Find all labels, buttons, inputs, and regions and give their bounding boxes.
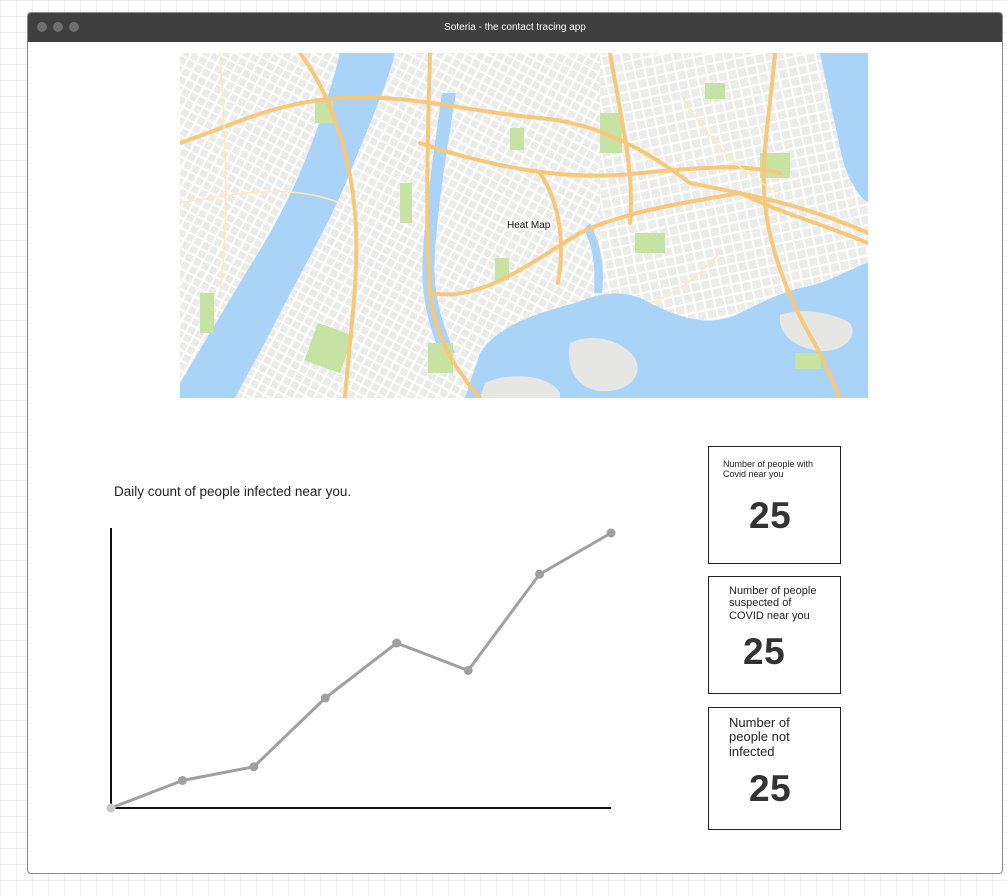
data-point bbox=[249, 762, 259, 772]
covid-near-you-count: 25 bbox=[749, 495, 792, 536]
daily-infections-line-chart bbox=[106, 528, 616, 813]
data-point bbox=[177, 776, 187, 785]
data-point bbox=[606, 528, 616, 538]
series-layer bbox=[106, 528, 616, 813]
heat-map-label: Heat Map bbox=[505, 220, 553, 231]
suspected-covid-card: Number of people suspected of COVID near… bbox=[708, 576, 841, 694]
suspected-covid-label: Number of people suspected of COVID near… bbox=[729, 585, 817, 622]
window-title: Soteria - the contact tracing app bbox=[444, 22, 586, 33]
title-bar: Soteria - the contact tracing app bbox=[28, 13, 1002, 42]
not-infected-label: Number of people not infected bbox=[729, 715, 790, 759]
app-window: Soteria - the contact tracing app Heat M… bbox=[27, 12, 1003, 874]
data-point bbox=[320, 693, 330, 703]
covid-near-you-label: Number of people with Covid near you bbox=[723, 459, 814, 480]
data-point bbox=[106, 803, 116, 813]
data-point bbox=[392, 638, 402, 648]
heat-map[interactable]: Heat Map bbox=[180, 53, 868, 398]
covid-near-you-card: Number of people with Covid near you 25 bbox=[708, 446, 841, 564]
not-infected-count: 25 bbox=[749, 768, 792, 809]
data-point bbox=[535, 569, 545, 579]
chart-title: Daily count of people infected near you. bbox=[114, 484, 352, 499]
data-point bbox=[463, 666, 473, 675]
suspected-covid-count: 25 bbox=[743, 631, 786, 672]
not-infected-card: Number of people not infected 25 bbox=[708, 707, 841, 830]
